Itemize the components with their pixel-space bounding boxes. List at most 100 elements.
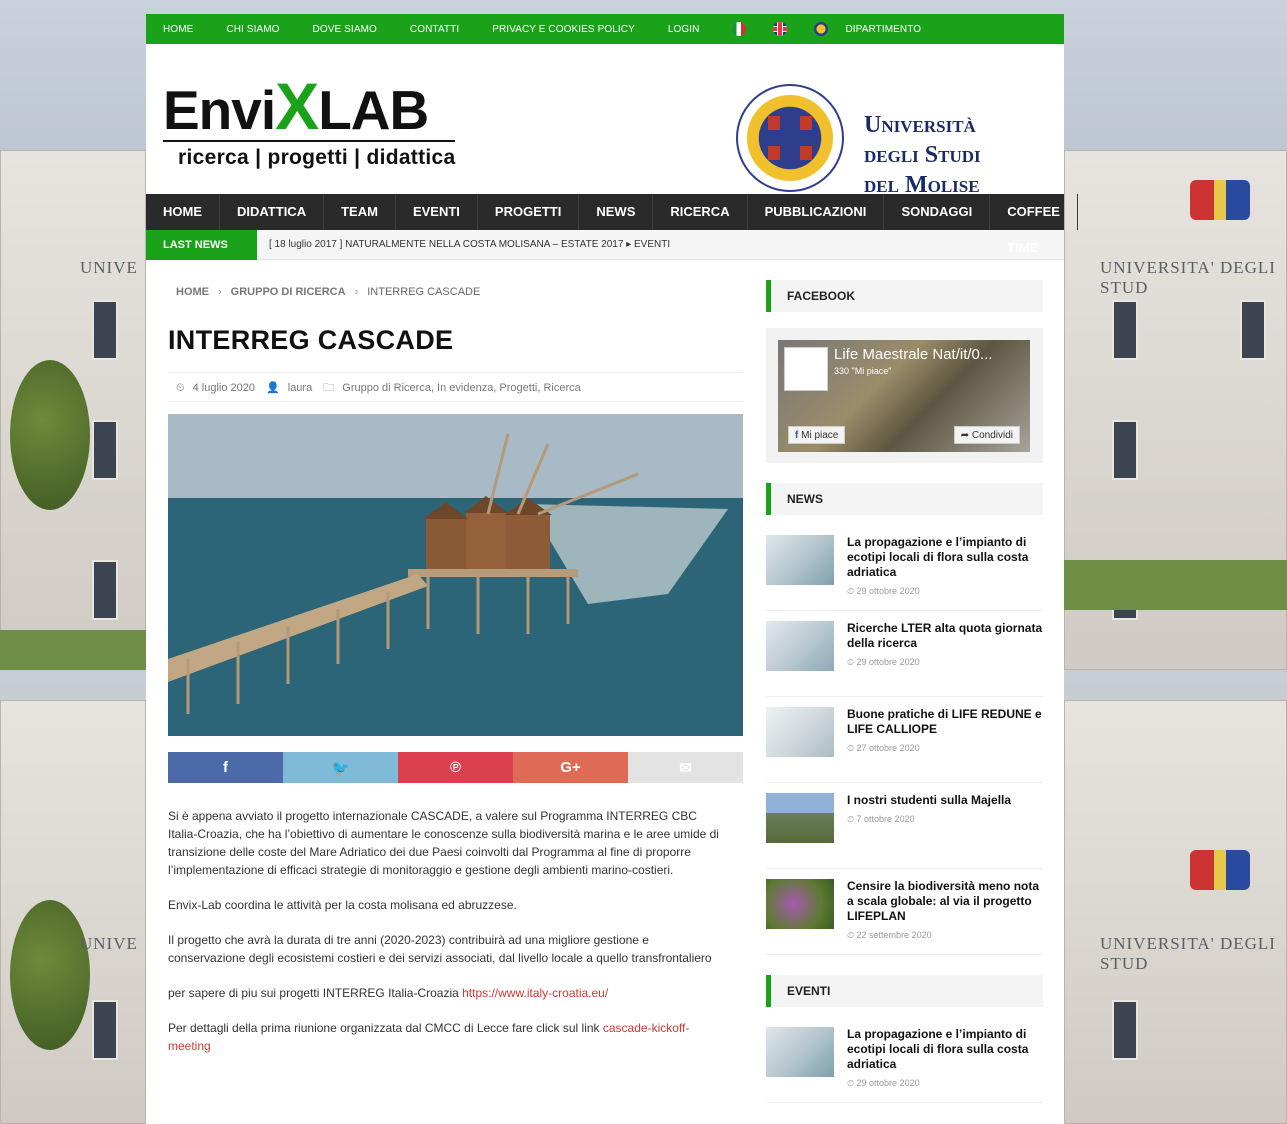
news-title[interactable]: I nostri studenti sulla Majella bbox=[847, 793, 1011, 808]
clock-icon: ⏲ bbox=[847, 743, 857, 753]
seal-tower bbox=[800, 116, 812, 130]
tree bbox=[10, 900, 90, 1050]
email-share-button[interactable]: ✉ bbox=[628, 752, 743, 783]
news-title[interactable]: Ricerche LTER alta quota giornata della … bbox=[847, 621, 1043, 651]
post-categories[interactable]: Gruppo di Ricerca, In evidenza, Progetti… bbox=[342, 382, 580, 394]
news-thumbnail[interactable] bbox=[766, 793, 834, 843]
nav-home[interactable]: HOME bbox=[146, 194, 220, 230]
share-icon: ➦ bbox=[960, 430, 972, 441]
news-ticker: LAST NEWS ❯ [ 18 luglio 2017 ] NATURALME… bbox=[146, 229, 1064, 281]
nav-eventi[interactable]: EVENTI bbox=[396, 194, 478, 230]
facebook-share-button[interactable]: f bbox=[168, 752, 283, 783]
university-seal-icon[interactable] bbox=[736, 84, 844, 192]
nav-coffee-time[interactable]: COFFEE TIME bbox=[990, 194, 1078, 255]
news-thumbnail[interactable] bbox=[766, 535, 834, 585]
seal-tower bbox=[800, 146, 812, 160]
event-date-text: 29 ottobre 2020 bbox=[856, 1078, 920, 1088]
featured-image bbox=[168, 414, 743, 736]
seal-tower bbox=[768, 116, 780, 130]
topbar-link-dipartimento[interactable]: DIPARTIMENTO bbox=[845, 24, 921, 35]
sidebar: FACEBOOK Life Maestrale Nat/it/0... 330 … bbox=[766, 280, 1043, 1103]
tree bbox=[10, 360, 90, 510]
window bbox=[92, 560, 118, 620]
news-date: ⏲ 29 ottobre 2020 bbox=[847, 586, 1043, 597]
twitter-share-button[interactable]: 🐦 bbox=[283, 752, 398, 783]
nav-progetti[interactable]: PROGETTI bbox=[478, 194, 580, 230]
news-thumbnail[interactable] bbox=[766, 707, 834, 757]
news-title[interactable]: La propagazione e l’impianto di ecotipi … bbox=[847, 535, 1043, 580]
topbar-link-privacy[interactable]: PRIVACY E COOKIES POLICY bbox=[492, 24, 635, 35]
news-item[interactable]: Censire la biodiversità meno nota a scal… bbox=[766, 869, 1043, 955]
event-item[interactable]: La propagazione e l’impianto di ecotipi … bbox=[766, 1017, 1043, 1103]
italian-flag-icon[interactable] bbox=[732, 22, 747, 36]
kickoff-intro: Per dettagli della prima riunione organi… bbox=[168, 1021, 603, 1035]
news-item[interactable]: Buone pratiche di LIFE REDUNE e LIFE CAL… bbox=[766, 697, 1043, 783]
post-author[interactable]: laura bbox=[288, 382, 312, 394]
uk-flag-icon[interactable] bbox=[773, 22, 788, 36]
post-paragraph: Si è appena avviato il progetto internaz… bbox=[168, 809, 719, 877]
news-thumbnail[interactable] bbox=[766, 879, 834, 929]
department-logo-icon[interactable] bbox=[814, 22, 829, 36]
university-sign-right: UNIVERSITA' DEGLI STUD bbox=[1100, 934, 1276, 973]
post-paragraph: Envix-Lab coordina le attività per la co… bbox=[168, 898, 517, 912]
topbar-link-chi-siamo[interactable]: CHI SIAMO bbox=[226, 24, 279, 35]
breadcrumb-separator-icon: › bbox=[354, 286, 359, 298]
widget-title-facebook: FACEBOOK bbox=[766, 280, 1043, 312]
topbar-link-login[interactable]: LOGIN bbox=[668, 24, 700, 35]
breadcrumb-gruppo[interactable]: GRUPPO DI RICERCA bbox=[231, 286, 346, 298]
top-bar: HOME CHI SIAMO DOVE SIAMO CONTATTI PRIVA… bbox=[146, 14, 1064, 44]
news-title[interactable]: Censire la biodiversità meno nota a scal… bbox=[847, 879, 1043, 924]
news-date-text: 29 ottobre 2020 bbox=[856, 657, 920, 667]
window bbox=[1112, 1000, 1138, 1060]
news-date: ⏲ 22 settembre 2020 bbox=[847, 930, 1043, 941]
fb-like-count: 330 "Mi piace" bbox=[834, 366, 892, 376]
window bbox=[92, 420, 118, 480]
news-item[interactable]: I nostri studenti sulla Majella ⏲ 7 otto… bbox=[766, 783, 1043, 869]
topbar-link-dove-siamo[interactable]: DOVE SIAMO bbox=[313, 24, 377, 35]
nav-news[interactable]: NEWS bbox=[579, 194, 654, 230]
news-date-text: 7 ottobre 2020 bbox=[856, 814, 915, 824]
fb-page-name[interactable]: Life Maestrale Nat/it/0... bbox=[834, 346, 992, 363]
envixlab-logo[interactable]: EnviXLAB ricerca | progetti | didattica bbox=[163, 73, 456, 170]
news-date: ⏲ 27 ottobre 2020 bbox=[847, 743, 1043, 754]
news-item[interactable]: La propagazione e l’impianto di ecotipi … bbox=[766, 525, 1043, 611]
facebook-page-plugin[interactable]: Life Maestrale Nat/it/0... 330 "Mi piace… bbox=[778, 340, 1030, 452]
clock-icon: ⏲ bbox=[847, 930, 857, 940]
flags-right bbox=[1190, 180, 1250, 220]
clock-icon: ⏲ bbox=[176, 382, 185, 394]
news-date: ⏲ 29 ottobre 2020 bbox=[847, 657, 1043, 668]
window bbox=[1112, 420, 1138, 480]
news-title[interactable]: Buone pratiche di LIFE REDUNE e LIFE CAL… bbox=[847, 707, 1043, 737]
topbar-link-home[interactable]: HOME bbox=[163, 24, 193, 35]
ticker-link[interactable]: [ 18 luglio 2017 ] NATURALMENTE NELLA CO… bbox=[269, 239, 670, 250]
news-date: ⏲ 7 ottobre 2020 bbox=[847, 814, 1011, 825]
clock-icon: ⏲ bbox=[847, 586, 857, 596]
pinterest-share-button[interactable]: ℗ bbox=[398, 752, 513, 783]
nav-team[interactable]: TEAM bbox=[324, 194, 396, 230]
window bbox=[92, 1000, 118, 1060]
fb-like-button[interactable]: f Mi piace bbox=[788, 426, 846, 444]
event-title[interactable]: La propagazione e l’impianto di ecotipi … bbox=[847, 1027, 1043, 1072]
news-thumbnail[interactable] bbox=[766, 621, 834, 671]
twitter-icon: 🐦 bbox=[331, 759, 350, 777]
clock-icon: ⏲ bbox=[847, 1078, 857, 1088]
university-sign-left: UNIVE bbox=[80, 258, 138, 277]
university-sign-right: UNIVERSITA' DEGLI STUD bbox=[1100, 258, 1276, 297]
google-plus-share-button[interactable]: G+ bbox=[513, 752, 628, 783]
event-thumbnail[interactable] bbox=[766, 1027, 834, 1077]
italy-croatia-link[interactable]: https://www.italy-croatia.eu/ bbox=[462, 986, 608, 1000]
fb-share-button[interactable]: ➦ Condividi bbox=[953, 426, 1020, 444]
university-name[interactable]: Università degli Studi del Molise bbox=[864, 110, 981, 200]
topbar-link-contatti[interactable]: CONTATTI bbox=[410, 24, 459, 35]
site-header: EnviXLAB ricerca | progetti | didattica … bbox=[146, 44, 1064, 198]
trabucco-illustration bbox=[168, 414, 743, 736]
widget-title-eventi: EVENTI bbox=[766, 975, 1043, 1007]
nav-didattica[interactable]: DIDATTICA bbox=[220, 194, 325, 230]
fb-page-avatar[interactable] bbox=[784, 347, 828, 391]
breadcrumb-home[interactable]: HOME bbox=[176, 286, 209, 298]
event-date: ⏲ 29 ottobre 2020 bbox=[847, 1078, 1043, 1089]
fb-share-label: Condividi bbox=[971, 430, 1013, 441]
university-name-line: Università bbox=[864, 112, 976, 138]
nav-ricerca[interactable]: RICERCA bbox=[653, 194, 748, 230]
news-item[interactable]: Ricerche LTER alta quota giornata della … bbox=[766, 611, 1043, 697]
